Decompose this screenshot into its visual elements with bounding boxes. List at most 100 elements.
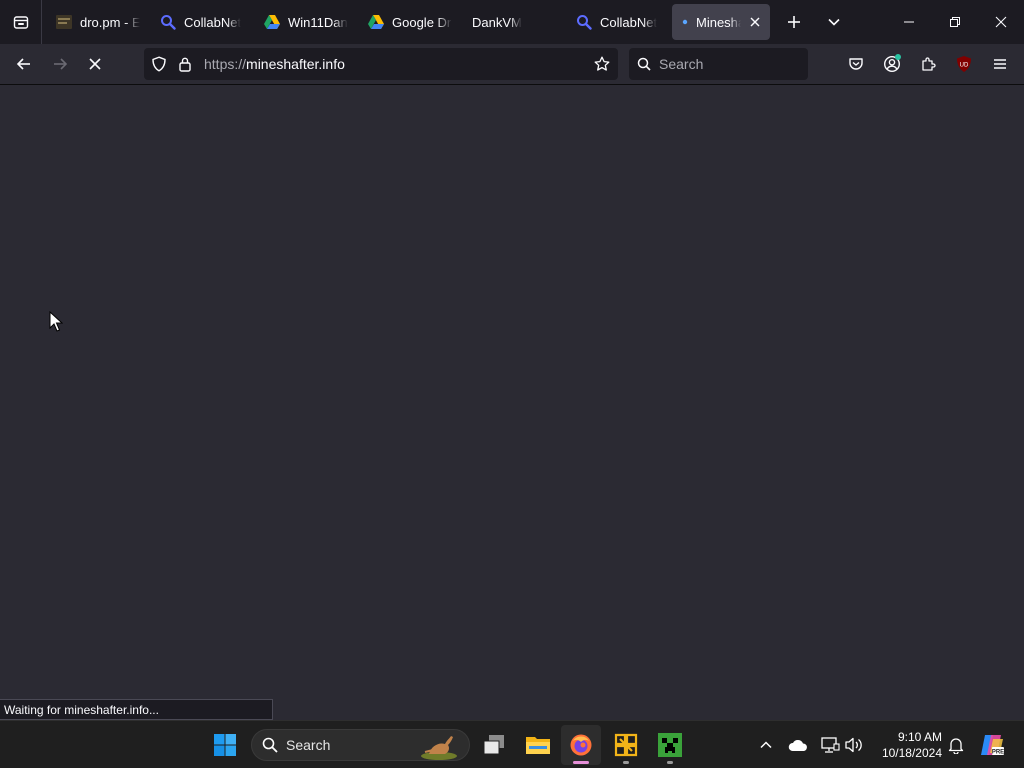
svg-text:PRE: PRE <box>992 750 1004 756</box>
forward-arrow-icon <box>54 58 68 70</box>
google-drive-icon <box>264 14 280 30</box>
notifications-button[interactable] <box>944 733 968 757</box>
tab-label: Minesha <box>696 14 742 30</box>
running-app-indicator <box>623 761 629 764</box>
bookmark-star-icon[interactable] <box>586 56 618 72</box>
hamburger-menu-icon <box>994 59 1006 69</box>
tab-label: DankVM <box>472 14 522 30</box>
url-text[interactable]: https://mineshafter.info <box>204 56 586 72</box>
bell-icon <box>948 738 964 754</box>
tab-dro-pm[interactable]: dro.pm - E <box>48 4 148 40</box>
tab-label: dro.pm - E <box>80 14 140 30</box>
dro-pm-icon <box>56 14 72 30</box>
url-protocol: https:// <box>204 56 247 72</box>
ublock-origin-icon: UD <box>957 56 971 72</box>
stop-x-icon <box>89 58 101 70</box>
speaker-volume-icon <box>845 737 862 753</box>
navigation-toolbar: https://mineshafter.info Search UD <box>0 44 1024 85</box>
show-hidden-icons-button[interactable] <box>754 733 778 757</box>
firefox-view-button[interactable] <box>0 0 42 44</box>
network-ethernet-icon <box>821 737 840 753</box>
tab-label: CollabNet <box>184 14 242 30</box>
search-highlight-kangaroo-icon <box>421 736 457 760</box>
minimize-button[interactable] <box>886 0 932 44</box>
minimize-icon <box>904 21 914 23</box>
volume-tray-button[interactable] <box>842 733 866 757</box>
windows-logo-icon <box>214 734 236 756</box>
chevron-down-icon <box>828 18 840 26</box>
tab-win11daniel[interactable]: Win11Danie <box>256 4 356 40</box>
tab-collabnet-2[interactable]: CollabNet <box>568 4 668 40</box>
copilot-icon: PRE <box>981 735 1004 756</box>
tab-google-drive[interactable]: Google Driv <box>360 4 460 40</box>
copilot-button[interactable]: PRE <box>978 731 1006 759</box>
account-button[interactable] <box>874 48 910 80</box>
chevron-up-icon <box>760 741 772 749</box>
tab-label: Win11Danie <box>288 14 348 30</box>
google-drive-icon <box>368 14 384 30</box>
minecraft-taskbar-button[interactable] <box>650 725 690 765</box>
start-button[interactable] <box>205 725 245 765</box>
onedrive-cloud-icon <box>788 740 807 751</box>
taskbar-search-placeholder: Search <box>286 737 331 753</box>
forward-button[interactable] <box>42 48 78 80</box>
folder-icon <box>526 737 550 754</box>
firefox-taskbar-button[interactable] <box>561 725 601 765</box>
close-tab-icon[interactable] <box>747 14 762 30</box>
tab-collabnet-1[interactable]: CollabNet <box>152 4 252 40</box>
clock-time: 9:10 AM <box>897 730 942 744</box>
lock-icon[interactable] <box>174 56 196 72</box>
taskbar-clock[interactable]: 9:10 AM 10/18/2024 <box>872 729 942 761</box>
close-window-button[interactable] <box>978 0 1024 44</box>
stop-button[interactable] <box>77 48 113 80</box>
loading-dot-icon <box>680 14 690 30</box>
mouse-cursor-icon <box>49 311 63 332</box>
back-arrow-icon <box>16 58 30 70</box>
windows-taskbar: Search 9:10 AM 10/18/2024 PRE <box>0 720 1024 768</box>
taskbar-search-box[interactable]: Search <box>251 729 470 761</box>
task-view-button[interactable] <box>474 725 514 765</box>
back-button[interactable] <box>6 48 42 80</box>
new-tab-button[interactable] <box>776 4 812 40</box>
file-explorer-button[interactable] <box>518 725 558 765</box>
running-app-indicator <box>667 761 673 764</box>
collabnet-magnifier-icon <box>160 14 176 30</box>
url-bar[interactable]: https://mineshafter.info <box>144 48 618 80</box>
app-menu-button[interactable] <box>982 48 1018 80</box>
task-view-icon <box>483 735 504 755</box>
active-app-indicator <box>573 761 589 764</box>
tab-dankvm[interactable]: DankVM <box>464 4 564 40</box>
onedrive-tray-button[interactable] <box>786 733 810 757</box>
restore-button[interactable] <box>932 0 978 44</box>
pocket-button[interactable] <box>838 48 874 80</box>
minecraft-creeper-icon <box>658 733 682 757</box>
firefox-view-icon <box>13 16 28 29</box>
restore-icon <box>950 17 960 27</box>
close-icon <box>995 16 1007 28</box>
tab-mineshafter[interactable]: Minesha <box>672 4 770 40</box>
svg-text:UD: UD <box>960 63 969 69</box>
notification-dot <box>895 54 901 60</box>
pocket-icon <box>849 58 863 70</box>
plus-icon <box>788 16 800 28</box>
search-icon <box>637 57 651 71</box>
page-content-area[interactable] <box>0 85 1024 720</box>
puzzle-piece-icon <box>922 57 936 71</box>
network-tray-button[interactable] <box>818 733 842 757</box>
search-bar[interactable]: Search <box>629 48 808 80</box>
vmware-taskbar-button[interactable] <box>606 725 646 765</box>
firefox-icon <box>570 734 592 756</box>
tab-label: CollabNet <box>600 14 658 30</box>
collabnet-magnifier-icon <box>576 14 592 30</box>
tab-strip: dro.pm - E CollabNet Win11Danie Google D… <box>0 0 1024 44</box>
search-placeholder: Search <box>659 56 704 72</box>
tracking-protection-shield-icon[interactable] <box>144 56 174 72</box>
extensions-button[interactable] <box>910 48 946 80</box>
list-all-tabs-button[interactable] <box>816 4 852 40</box>
tab-label: Google Driv <box>392 14 452 30</box>
ublock-origin-button[interactable]: UD <box>946 48 982 80</box>
toolbar-right-buttons: UD <box>838 48 1018 80</box>
vmware-icon <box>614 733 638 757</box>
clock-date: 10/18/2024 <box>881 746 942 760</box>
status-panel: Waiting for mineshafter.info... <box>0 699 273 720</box>
